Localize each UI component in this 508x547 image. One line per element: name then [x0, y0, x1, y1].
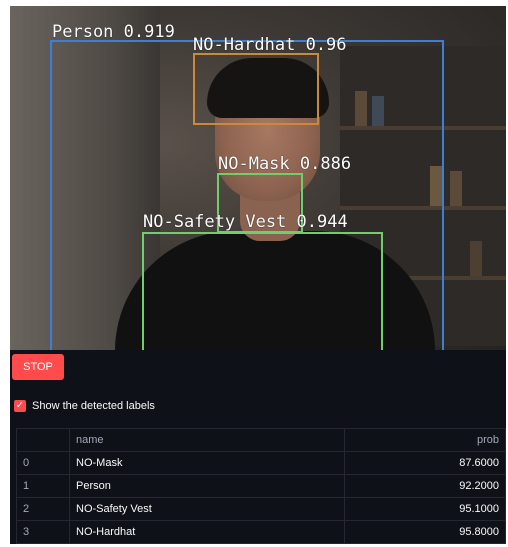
table-row: 0 NO-Mask 87.6000	[16, 451, 506, 475]
webcam-video-feed: Person 0.919 NO-Hardhat 0.96 NO-Mask 0.8…	[10, 6, 506, 350]
row-prob: 87.6000	[344, 451, 506, 475]
person-box-label: Person 0.919	[52, 22, 175, 42]
table-row: 1 Person 92.2000	[16, 474, 506, 498]
column-header-index	[16, 428, 70, 452]
row-index: 3	[16, 520, 70, 544]
no-safety-vest-box-label: NO-Safety Vest 0.944	[143, 212, 348, 232]
show-labels-row[interactable]: ✓ Show the detected labels	[14, 400, 155, 412]
row-name: NO-Safety Vest	[69, 497, 345, 521]
row-name: NO-Mask	[69, 451, 345, 475]
app-frame: Person 0.919 NO-Hardhat 0.96 NO-Mask 0.8…	[10, 6, 506, 544]
row-prob: 95.1000	[344, 497, 506, 521]
table-header-row: name prob	[16, 428, 506, 452]
no-safety-vest-bounding-box	[142, 232, 383, 350]
row-prob: 95.8000	[344, 520, 506, 544]
checkbox-checked-icon[interactable]: ✓	[14, 400, 26, 412]
no-hardhat-bounding-box	[193, 53, 319, 125]
row-index: 0	[16, 451, 70, 475]
show-labels-text: Show the detected labels	[32, 400, 155, 412]
book	[470, 241, 482, 276]
stop-button[interactable]: STOP	[12, 354, 64, 380]
row-name: Person	[69, 474, 345, 498]
row-prob: 92.2000	[344, 474, 506, 498]
table-row: 2 NO-Safety Vest 95.1000	[16, 497, 506, 521]
column-header-name: name	[69, 428, 345, 452]
detected-labels-table: name prob 0 NO-Mask 87.6000 1 Person 92.…	[16, 428, 506, 544]
row-index: 2	[16, 497, 70, 521]
column-header-prob: prob	[344, 428, 506, 452]
row-name: NO-Hardhat	[69, 520, 345, 544]
row-index: 1	[16, 474, 70, 498]
no-mask-box-label: NO-Mask 0.886	[218, 154, 352, 174]
book	[450, 171, 462, 206]
no-hardhat-box-label: NO-Hardhat 0.96	[193, 35, 347, 55]
table-row: 3 NO-Hardhat 95.8000	[16, 520, 506, 544]
